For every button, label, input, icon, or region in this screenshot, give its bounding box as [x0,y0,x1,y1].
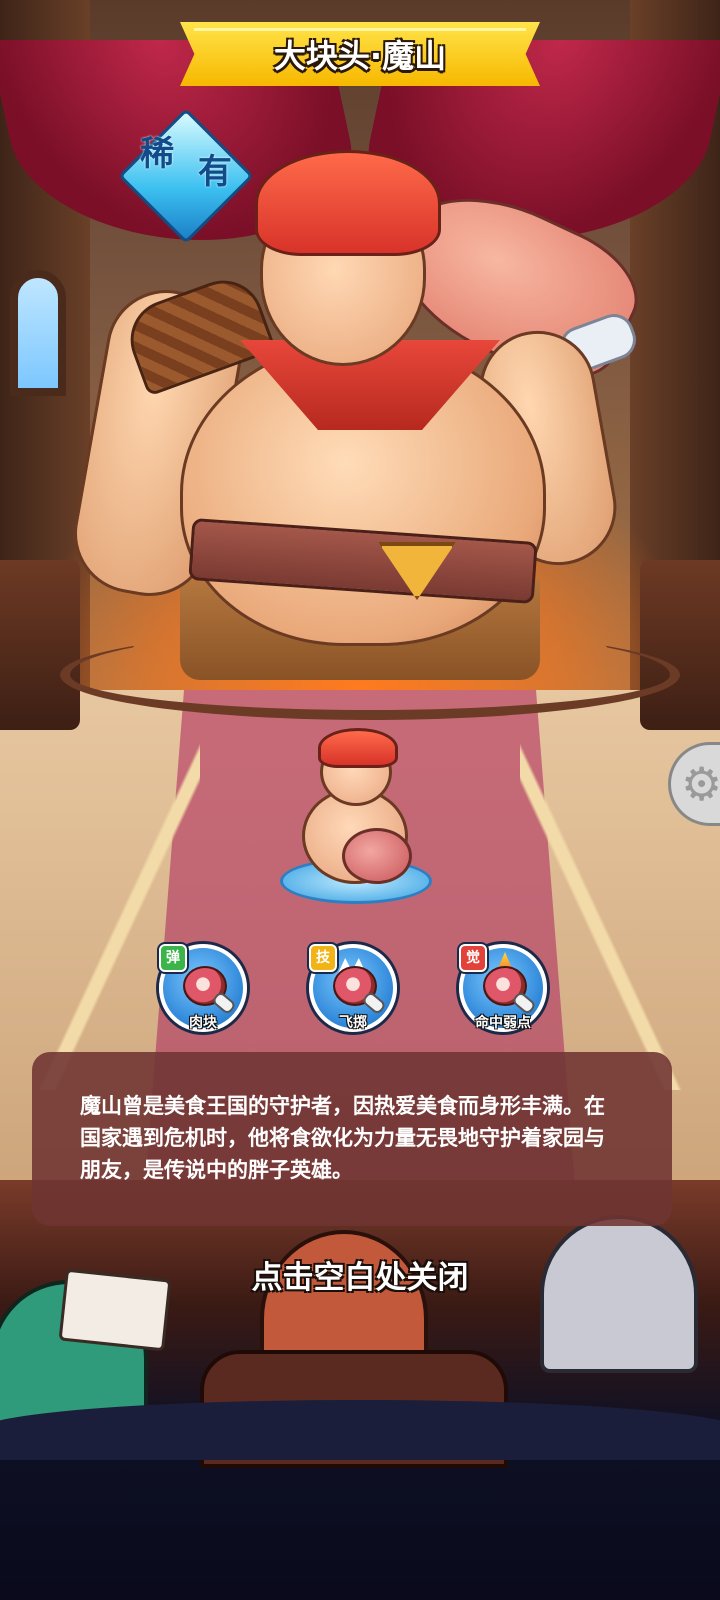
skill-flying-throw[interactable]: 技 飞掷 [308,944,398,1032]
skill-tag: 技 [309,944,337,972]
hero-description: 魔山曾是美食王国的守护者，因热爱美食而身形丰满。在国家遇到危机时，他将食欲化为力… [80,1094,605,1182]
skill-meat-chunk[interactable]: 弹 肉块 [158,944,248,1032]
pillar-left [0,560,80,730]
hero-description-panel: 魔山曾是美食王国的守护者，因热爱美食而身形丰满。在国家遇到危机时，他将食欲化为力… [32,1052,672,1226]
skill-tag: 觉 [459,944,487,972]
chibi-meat-icon [342,828,412,884]
hero-chibi-model [280,728,440,908]
hero-hair [255,150,441,256]
close-hint: 点击空白处关闭 [251,1260,469,1296]
skill-tag: 弹 [159,944,187,972]
rarity-label: 稀 有 [140,136,232,190]
skill-label: 飞掷 [339,1015,367,1031]
title-banner: 大块头·魔山 [180,22,540,86]
pillar-right [640,560,720,730]
gear-icon: ⚙ [681,757,720,811]
bottom-desk [0,1400,720,1460]
chibi-hair [318,728,398,768]
rarity-char-1: 稀 [140,134,174,174]
background-window [10,270,66,396]
skill-weak-spot[interactable]: 觉 命中弱点 [458,944,548,1032]
skill-label: 肉块 [189,1015,217,1031]
hero-name: 大块头·魔山 [273,37,447,75]
skill-label: 命中弱点 [475,1015,531,1031]
rarity-char-2: 有 [197,152,232,192]
dismiss-area[interactable]: 大块头·魔山 稀 有 弹 肉块 技 飞掷 觉 命中弱点 魔山曾是美食王国的守护者… [0,0,720,1600]
